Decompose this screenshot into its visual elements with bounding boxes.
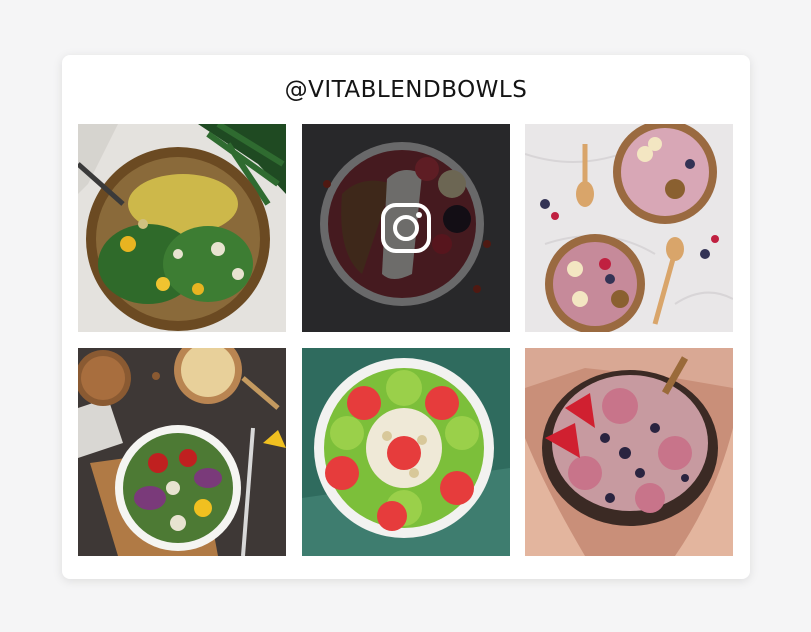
instagram-icon — [381, 203, 431, 253]
feed-post-1[interactable] — [78, 124, 286, 332]
post-image-quinoa-bowl — [78, 124, 286, 332]
feed-post-6[interactable] — [525, 348, 733, 556]
feed-post-4[interactable] — [78, 348, 286, 556]
feed-handle[interactable]: @VITABLENDBOWLS — [62, 77, 750, 103]
feed-post-2[interactable] — [302, 124, 510, 332]
post-image-kiwi-bowl — [302, 348, 510, 556]
instagram-feed-widget: @VITABLENDBOWLS — [62, 55, 750, 579]
feed-post-5[interactable] — [302, 348, 510, 556]
feed-post-3[interactable] — [525, 124, 733, 332]
post-image-salad-bowl — [78, 348, 286, 556]
post-hover-overlay[interactable] — [302, 124, 510, 332]
post-image-berry-bowls — [525, 124, 733, 332]
post-image-raspberry-bowl — [525, 348, 733, 556]
